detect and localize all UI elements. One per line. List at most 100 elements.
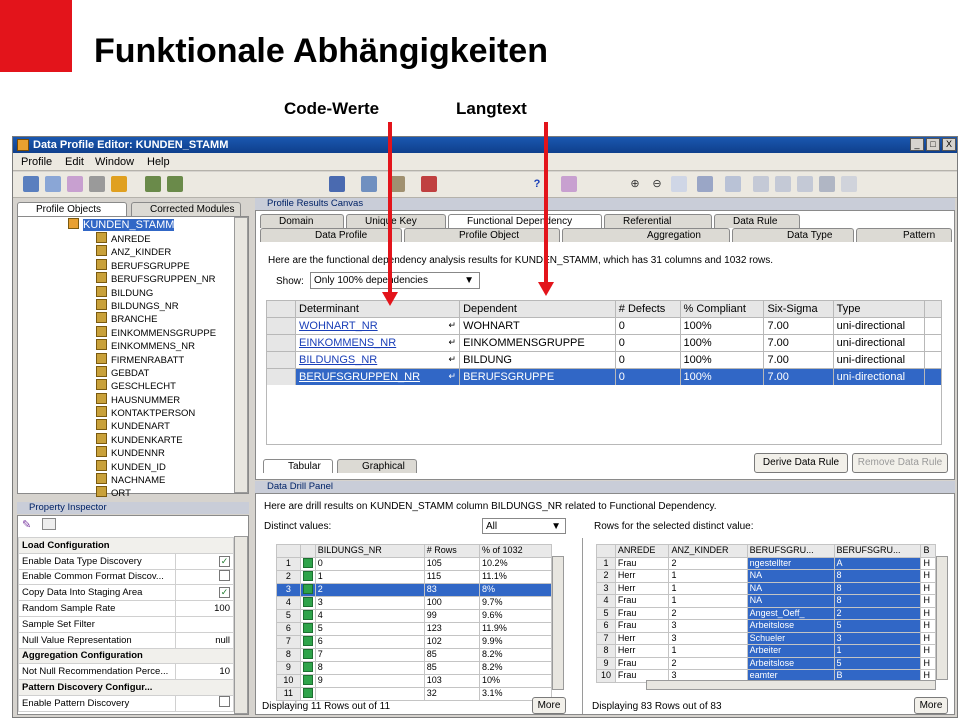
list3-icon[interactable] [797,176,813,192]
menu-edit[interactable]: Edit [65,156,84,168]
column-header[interactable]: # Defects [614,300,681,318]
property-row[interactable]: Load Configuration [18,537,234,554]
distinct-scrollbar[interactable] [552,556,564,690]
property-row[interactable]: Enable Data Type Discovery ✓ [18,552,234,570]
minimize-button[interactable]: _ [910,138,924,151]
more-button-left[interactable]: More [532,697,566,714]
column-header[interactable]: BERUFSGRU... [833,544,922,558]
tab-domain[interactable]: Domain [260,214,344,228]
property-row[interactable]: Not Null Recommendation Perce... 10 [18,663,234,681]
tree-item[interactable]: NACHNAME [96,473,236,486]
grid-icon[interactable] [145,176,161,192]
split-divider[interactable] [582,538,583,714]
property-row[interactable]: Random Sample Rate 100 [18,600,234,617]
tab-aggregation[interactable]: Aggregation [562,228,730,242]
tree-item[interactable]: FIRMENRABATT [96,352,236,366]
tab-unique-key[interactable]: Unique Key [346,214,446,228]
print-icon[interactable] [89,176,105,192]
property-row[interactable]: Sample Set Filter [18,615,234,633]
list-icon[interactable] [753,176,769,192]
table-row[interactable]: 7 6 102 9.9% [276,634,552,649]
list2-icon[interactable] [775,176,791,192]
table-row[interactable]: 8 7 85 8.2% [276,647,552,662]
property-value[interactable]: 10 [219,666,230,677]
fit-icon[interactable] [671,176,687,192]
property-row[interactable]: Enable Common Format Discov... [18,568,234,586]
column-header[interactable]: % of 1032 [479,544,552,558]
tab-functional-dependency[interactable]: Functional Dependency [448,214,602,228]
bar-chart-icon[interactable] [725,176,741,192]
property-row[interactable]: Enable Pattern Discovery [18,694,234,712]
checkbox[interactable]: ✓ [219,587,230,599]
table-row[interactable]: 3 2 83 8% [276,582,552,597]
column-header[interactable] [299,544,316,558]
tree-item[interactable]: BILDUNG [96,285,236,299]
more-button-right[interactable]: More [914,697,948,714]
profile-icon[interactable] [23,176,39,192]
table-row[interactable]: 5 Frau 2 Angest_Oeff_ 2 H [596,606,936,620]
column-header[interactable]: Six-Sigma [763,300,834,318]
distinct-values-dropdown[interactable]: All ▼ [482,518,566,534]
tree-item[interactable]: GESCHLECHT [96,379,236,392]
determinant-cell[interactable]: BILDUNGS_NR ↵ [294,351,461,369]
zoom-in-icon[interactable]: ⊕ [627,176,643,192]
property-scrollbar[interactable] [234,536,248,714]
table-row[interactable]: WOHNART_NR ↵ WOHNART 0 100% 7.00 uni-direction… [266,317,942,335]
tree-item[interactable]: BERUFSGRUPPEN_NR [96,272,236,285]
page-icon[interactable] [841,176,857,192]
close-button[interactable]: X [942,138,956,151]
table-row[interactable]: 9 8 85 8.2% [276,660,552,675]
property-value[interactable]: 100 [214,603,230,614]
property-value[interactable]: null [215,635,230,646]
tree-item[interactable]: KUNDENKARTE [96,432,236,446]
tab-pattern[interactable]: Pattern [856,228,952,242]
property-row[interactable]: Null Value Representation null [18,631,234,649]
property-row[interactable]: Pattern Discovery Configur... [18,679,234,696]
table-row[interactable]: 11 32 3.1% [276,686,552,701]
column-header[interactable]: Type [832,300,926,318]
table-row[interactable]: 1 0 105 10.2% [276,556,552,571]
property-row[interactable]: Aggregation Configuration [18,647,234,665]
categorize-icon[interactable] [42,518,56,530]
menu-profile[interactable]: Profile [21,156,52,168]
checkbox[interactable] [219,696,230,708]
tree-item[interactable]: KUNDENART [96,419,236,432]
tree-item[interactable]: GEBDAT [96,365,236,379]
column-header[interactable]: Dependent [459,300,616,318]
determinant-cell[interactable]: EINKOMMENS_NR ↵ [294,334,461,352]
layout-icon[interactable] [697,176,713,192]
zoom-out-icon[interactable]: ⊖ [649,176,665,192]
table-row[interactable]: 6 5 123 11.9% [276,621,552,636]
column-header[interactable]: # Rows [423,544,481,558]
column-header[interactable]: Determinant [294,300,461,318]
tab-data-type[interactable]: Data Type [732,228,854,242]
rows-hscrollbar[interactable] [646,680,936,690]
tab-graphical[interactable]: Graphical [337,459,417,473]
tab-profile-objects[interactable]: Profile Objects [17,202,127,216]
save-icon[interactable] [45,176,61,192]
show-dropdown[interactable]: Only 100% dependencies ▼ [310,272,480,289]
window-icon[interactable] [329,176,345,192]
tab-tabular[interactable]: Tabular [263,459,333,473]
maximize-button[interactable]: □ [926,138,940,151]
table-row[interactable]: 8 Herr 1 Arbeiter 1 H [596,644,936,658]
table-row[interactable]: 5 4 99 9.6% [276,608,552,623]
table-row[interactable]: 2 1 115 11.1% [276,569,552,584]
table-row[interactable]: 2 Herr 1 NA 8 H [596,569,936,583]
tree-item[interactable]: KUNDENNR [96,446,236,459]
tree-item[interactable]: BERUFSGRUPPE [96,258,236,272]
table-row[interactable]: 7 Herr 3 Schueler 3 H [596,631,936,645]
table-row[interactable]: EINKOMMENS_NR ↵ EINKOMMENSGRUPPE 0 100% 7.00 u… [266,334,942,352]
pen-icon[interactable] [561,176,577,192]
tree-scrollbar[interactable] [234,217,248,493]
determinant-cell[interactable]: WOHNART_NR ↵ [294,317,461,335]
tree-item[interactable]: BILDUNGS_NR [96,298,236,312]
block-icon[interactable] [819,176,835,192]
table-row[interactable]: 9 Frau 2 Arbeitslose 5 H [596,656,936,670]
table-row[interactable]: 10 9 103 10% [276,673,552,688]
column-header[interactable]: BILDUNGS_NR [314,544,425,558]
menu-help[interactable]: Help [147,156,170,168]
pen-icon[interactable]: ✎ [22,518,36,531]
checkbox[interactable]: ✓ [219,555,230,567]
rows-scrollbar[interactable] [936,556,948,680]
